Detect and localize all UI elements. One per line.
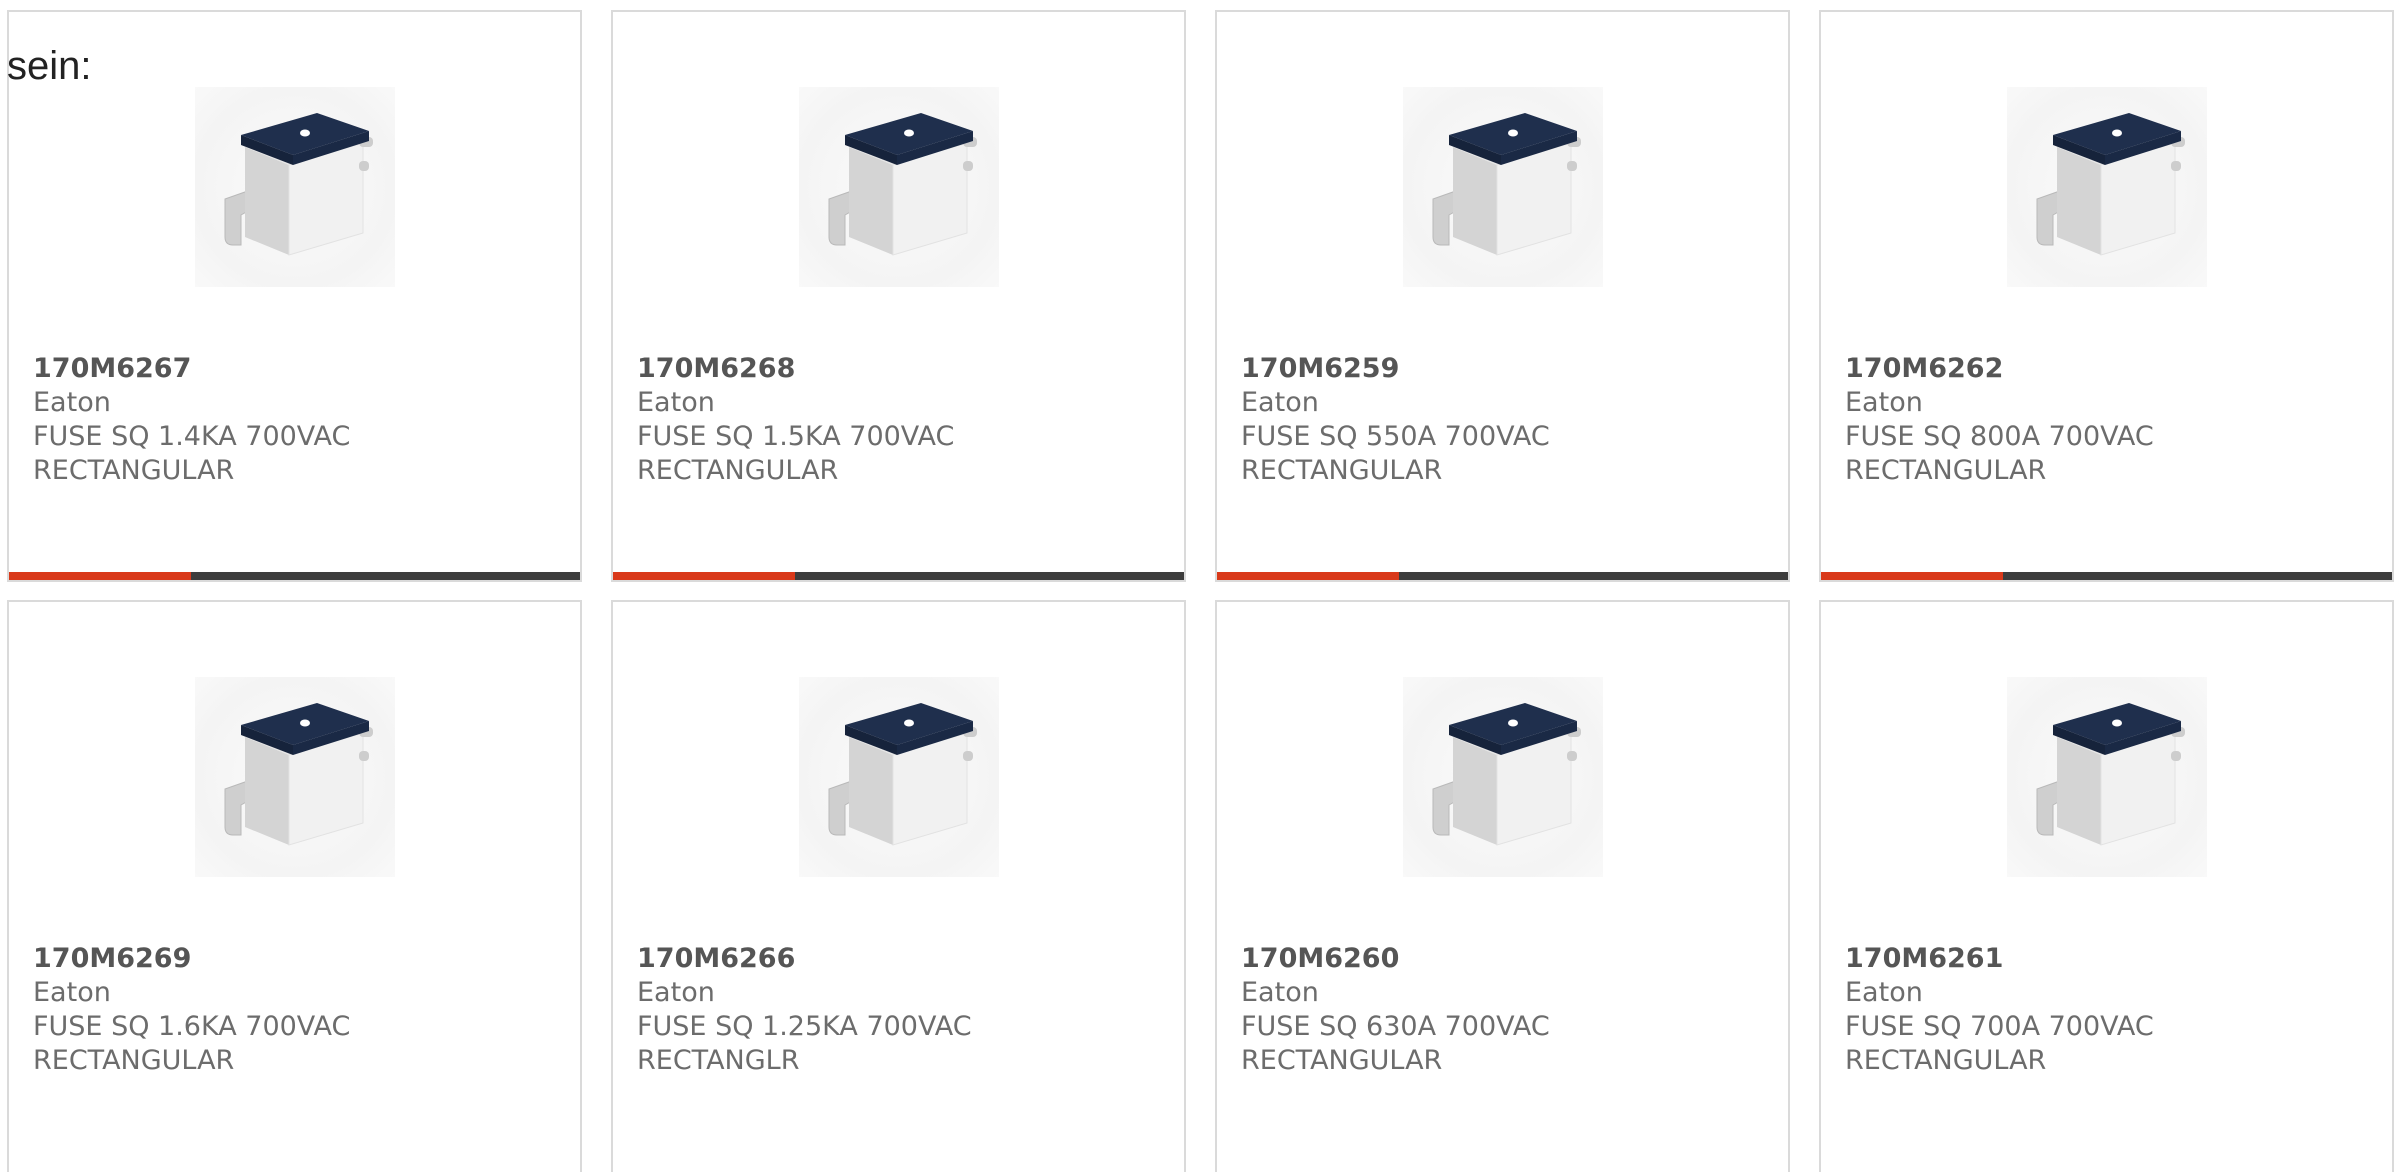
- product-info: 170M6261 Eaton FUSE SQ 700A 700VAC RECTA…: [1845, 942, 2372, 1078]
- description-line-2: RECTANGULAR: [1241, 455, 1443, 486]
- manufacturer: Eaton: [637, 387, 715, 418]
- manufacturer: Eaton: [1845, 977, 1923, 1008]
- description-line-1: FUSE SQ 1.5KA 700VAC: [637, 421, 955, 452]
- description-line-1: FUSE SQ 550A 700VAC: [1241, 421, 1550, 452]
- product-image[interactable]: [195, 87, 395, 287]
- product-card[interactable]: 170M6259 Eaton FUSE SQ 550A 700VAC RECTA…: [1215, 10, 1790, 582]
- product-info: 170M6266 Eaton FUSE SQ 1.25KA 700VAC REC…: [637, 942, 1164, 1078]
- product-image[interactable]: [1403, 677, 1603, 877]
- manufacturer: Eaton: [1845, 387, 1923, 418]
- product-card[interactable]: 170M6260 Eaton FUSE SQ 630A 700VAC RECTA…: [1215, 600, 1790, 1172]
- product-info: 170M6259 Eaton FUSE SQ 550A 700VAC RECTA…: [1241, 352, 1768, 488]
- part-number[interactable]: 170M6261: [1845, 942, 2372, 976]
- card-accent: [9, 572, 191, 580]
- card-bottom-bar: [1217, 572, 1788, 580]
- product-image[interactable]: [2007, 677, 2207, 877]
- manufacturer: Eaton: [1241, 387, 1319, 418]
- description-line-2: RECTANGULAR: [33, 1045, 235, 1076]
- description-line-1: FUSE SQ 800A 700VAC: [1845, 421, 2154, 452]
- intro-text: sein:: [7, 44, 92, 88]
- description-line-1: FUSE SQ 1.25KA 700VAC: [637, 1011, 972, 1042]
- product-image[interactable]: [799, 677, 999, 877]
- product-image[interactable]: [2007, 87, 2207, 287]
- manufacturer: Eaton: [33, 977, 111, 1008]
- card-bottom-bar: [1821, 572, 2392, 580]
- description-line-2: RECTANGULAR: [33, 455, 235, 486]
- part-number[interactable]: 170M6260: [1241, 942, 1768, 976]
- product-info: 170M6269 Eaton FUSE SQ 1.6KA 700VAC RECT…: [33, 942, 560, 1078]
- description-line-2: RECTANGULAR: [637, 455, 839, 486]
- product-image[interactable]: [799, 87, 999, 287]
- manufacturer: Eaton: [1241, 977, 1319, 1008]
- product-card[interactable]: 170M6267 Eaton FUSE SQ 1.4KA 700VAC RECT…: [7, 10, 582, 582]
- product-info: 170M6260 Eaton FUSE SQ 630A 700VAC RECTA…: [1241, 942, 1768, 1078]
- part-number[interactable]: 170M6268: [637, 352, 1164, 386]
- description-line-1: FUSE SQ 1.4KA 700VAC: [33, 421, 351, 452]
- product-card[interactable]: 170M6262 Eaton FUSE SQ 800A 700VAC RECTA…: [1819, 10, 2394, 582]
- card-accent: [613, 572, 795, 580]
- card-bottom-bar: [9, 572, 580, 580]
- description-line-1: FUSE SQ 630A 700VAC: [1241, 1011, 1550, 1042]
- manufacturer: Eaton: [33, 387, 111, 418]
- part-number[interactable]: 170M6267: [33, 352, 560, 386]
- product-card[interactable]: 170M6261 Eaton FUSE SQ 700A 700VAC RECTA…: [1819, 600, 2394, 1172]
- card-accent: [1217, 572, 1399, 580]
- product-info: 170M6267 Eaton FUSE SQ 1.4KA 700VAC RECT…: [33, 352, 560, 488]
- description-line-2: RECTANGLR: [637, 1045, 800, 1076]
- description-line-2: RECTANGULAR: [1845, 1045, 2047, 1076]
- description-line-2: RECTANGULAR: [1241, 1045, 1443, 1076]
- product-card[interactable]: 170M6266 Eaton FUSE SQ 1.25KA 700VAC REC…: [611, 600, 1186, 1172]
- part-number[interactable]: 170M6269: [33, 942, 560, 976]
- product-info: 170M6268 Eaton FUSE SQ 1.5KA 700VAC RECT…: [637, 352, 1164, 488]
- product-image[interactable]: [1403, 87, 1603, 287]
- part-number[interactable]: 170M6259: [1241, 352, 1768, 386]
- description-line-1: FUSE SQ 700A 700VAC: [1845, 1011, 2154, 1042]
- part-number[interactable]: 170M6266: [637, 942, 1164, 976]
- part-number[interactable]: 170M6262: [1845, 352, 2372, 386]
- product-card[interactable]: 170M6268 Eaton FUSE SQ 1.5KA 700VAC RECT…: [611, 10, 1186, 582]
- product-card[interactable]: 170M6269 Eaton FUSE SQ 1.6KA 700VAC RECT…: [7, 600, 582, 1172]
- manufacturer: Eaton: [637, 977, 715, 1008]
- description-line-2: RECTANGULAR: [1845, 455, 2047, 486]
- card-bottom-bar: [613, 572, 1184, 580]
- product-image[interactable]: [195, 677, 395, 877]
- card-accent: [1821, 572, 2003, 580]
- product-info: 170M6262 Eaton FUSE SQ 800A 700VAC RECTA…: [1845, 352, 2372, 488]
- description-line-1: FUSE SQ 1.6KA 700VAC: [33, 1011, 351, 1042]
